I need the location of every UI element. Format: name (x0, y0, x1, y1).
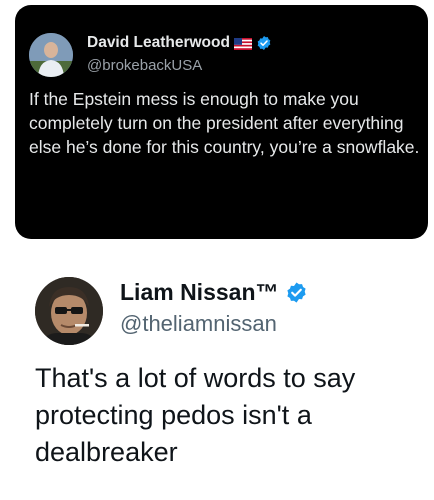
avatar[interactable] (29, 33, 73, 77)
verified-badge-icon (285, 281, 308, 304)
author-handle[interactable]: @theliamnissan (120, 311, 277, 337)
us-flag-icon (233, 37, 252, 50)
tweet-text: That's a lot of words to say protecting … (35, 363, 356, 467)
avatar-photo (35, 277, 103, 345)
avatar[interactable] (35, 277, 103, 345)
verified-badge-icon (256, 35, 272, 51)
quoted-tweet-card[interactable]: David Leatherwood @brokebackUSA If the E… (15, 5, 428, 239)
author-name[interactable]: David Leatherwood (87, 34, 230, 52)
author-name[interactable]: Liam Nissan™ (120, 279, 279, 306)
avatar-photo (29, 33, 73, 77)
tweet-text: If the Epstein mess is enough to make yo… (29, 89, 420, 157)
author-handle[interactable]: @brokebackUSA (87, 57, 202, 74)
